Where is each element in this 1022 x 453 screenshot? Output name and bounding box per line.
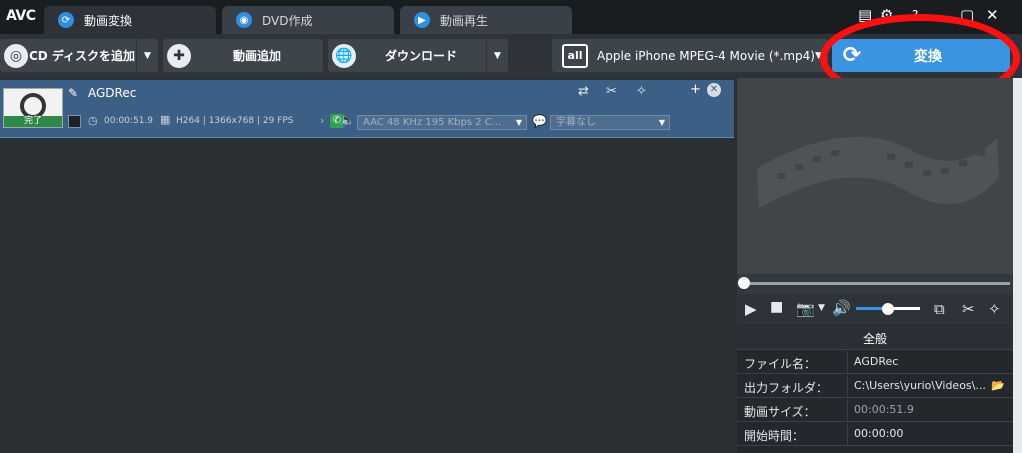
scissors-icon[interactable]: ✂ <box>962 300 975 318</box>
app-logo: AVC <box>6 8 36 24</box>
file-name: AGDRec <box>88 86 137 100</box>
tab-label: 動画再生 <box>440 13 489 28</box>
tab-label: 動画変換 <box>84 13 133 28</box>
magic-wand-icon[interactable]: ✧ <box>988 300 1001 318</box>
rename-pencil-icon[interactable]: ✎ <box>68 86 78 100</box>
video-preview <box>737 78 1013 274</box>
tab-video-play[interactable]: ▶ 動画再生 <box>400 6 572 34</box>
maximize-icon[interactable]: ▢ <box>960 6 974 24</box>
magic-wand-icon[interactable]: ✧ <box>636 84 647 99</box>
film-placeholder-icon <box>757 136 999 208</box>
stop-button-icon[interactable]: ■ <box>770 299 783 315</box>
volume-icon[interactable]: 🔊 <box>832 299 851 317</box>
tab-dvd-create[interactable]: ◉ DVD作成 <box>222 6 394 34</box>
property-value: AGDRec <box>854 355 899 368</box>
chevron-down-icon: ▼ <box>815 50 822 61</box>
audio-track-select[interactable]: AAC 48 KHz 195 Kbps 2 C... ▼ <box>357 115 527 130</box>
add-plus-icon[interactable]: + <box>690 82 701 97</box>
volume-handle[interactable] <box>882 303 894 315</box>
property-row: 動画サイズ： 00:00:51.9 <box>737 399 1013 422</box>
property-row: 開始時間： 00:00:00 <box>737 423 1013 446</box>
open-folder-icon[interactable]: 📂 <box>991 379 1005 392</box>
download-button[interactable]: 🌐 ダウンロード ▼ <box>328 39 508 72</box>
film-strip-icon: ▦ <box>160 113 171 126</box>
disc-add-icon: ◎ <box>4 43 28 68</box>
properties-header: 全般 <box>737 328 1013 350</box>
property-value: 00:00:00 <box>854 427 904 440</box>
property-value: 00:00:51.9 <box>854 403 914 416</box>
property-key: 開始時間： <box>744 429 805 443</box>
audio-track-label: AAC 48 KHz 195 Kbps 2 C... <box>363 117 502 128</box>
duration-text: 00:00:51.9 <box>104 116 154 126</box>
log-icon[interactable]: ▤ <box>858 6 872 24</box>
subtitle-icon: 💬 <box>532 114 547 128</box>
chevron-down-icon[interactable]: ▼ <box>486 39 508 72</box>
add-video-label: 動画追加 <box>232 49 281 63</box>
speaker-icon: 🔈 <box>340 113 355 127</box>
window-edge <box>1013 78 1022 453</box>
file-checkbox[interactable] <box>68 115 81 128</box>
play-icon: ▶ <box>414 12 430 28</box>
add-cd-label: CD ディスクを追加 <box>28 49 136 63</box>
property-value: C:\Users\yurio\Videos\... <box>854 379 986 392</box>
download-label: ダウンロード <box>384 49 457 63</box>
detach-window-icon[interactable]: ⧉ <box>934 300 945 318</box>
property-row: ファイル名： AGDRec <box>737 351 1013 374</box>
sync-icon[interactable]: ⇄ <box>578 84 589 99</box>
property-row: 出力フォルダ： C:\Users\yurio\Videos\... 📂 <box>737 375 1013 398</box>
video-thumbnail: 完了 <box>3 88 63 128</box>
film-add-icon: ✚ <box>167 43 191 68</box>
tab-label: DVD作成 <box>262 13 313 28</box>
chevron-down-icon: ▼ <box>515 118 522 127</box>
status-badge: 完了 <box>4 116 62 127</box>
chevron-down-icon: ▼ <box>658 118 665 127</box>
seek-slider[interactable] <box>744 282 1010 285</box>
chevron-down-icon[interactable]: ▼ <box>136 39 158 72</box>
play-button-icon[interactable]: ▶ <box>745 300 757 318</box>
property-key: 動画サイズ： <box>744 405 816 419</box>
snapshot-camera-icon[interactable]: 📷 <box>796 300 815 318</box>
subtitle-select[interactable]: 字幕なし ▼ <box>550 115 670 130</box>
add-video-button[interactable]: ✚ 動画追加 <box>163 39 323 72</box>
chevron-down-icon[interactable]: ▼ <box>818 303 825 313</box>
globe-download-icon: 🌐 <box>332 43 356 68</box>
disc-icon: ◉ <box>236 12 252 28</box>
convert-button[interactable]: ⟳ 変換 <box>832 39 1010 72</box>
property-key: ファイル名： <box>744 357 817 371</box>
add-cd-button[interactable]: ◎ CD ディスクを追加 ▼ <box>0 39 158 72</box>
all-formats-icon: all <box>562 43 588 68</box>
refresh-icon: ⟳ <box>58 12 74 28</box>
scissors-icon[interactable]: ✂ <box>606 84 617 99</box>
convert-refresh-icon: ⟳ <box>842 43 862 68</box>
chevron-right-icon: › <box>320 114 325 127</box>
clock-icon: ◷ <box>88 114 98 127</box>
video-info-text: H264 | 1366x768 | 29 FPS <box>176 116 294 126</box>
close-icon[interactable]: ✕ <box>986 6 999 24</box>
remove-close-icon[interactable]: ✕ <box>707 83 721 97</box>
help-icon[interactable]: ? <box>912 8 918 22</box>
tab-convert-video[interactable]: ⟳ 動画変換 <box>44 6 216 34</box>
subtitle-label: 字幕なし <box>556 117 596 128</box>
output-profile-select[interactable]: all Apple iPhone MPEG-4 Movie (*.mp4) ▼ <box>552 39 828 72</box>
title-bar: AVC ⟳ 動画変換 ◉ DVD作成 ▶ 動画再生 ▤ ⚙ ? ▢ ✕ <box>0 0 1022 34</box>
convert-label: 変換 <box>914 48 942 65</box>
property-key: 出力フォルダ： <box>744 381 829 395</box>
profile-label: Apple iPhone MPEG-4 Movie (*.mp4) <box>597 48 815 63</box>
seek-handle[interactable] <box>738 277 750 289</box>
settings-gear-icon[interactable]: ⚙ <box>880 6 893 24</box>
